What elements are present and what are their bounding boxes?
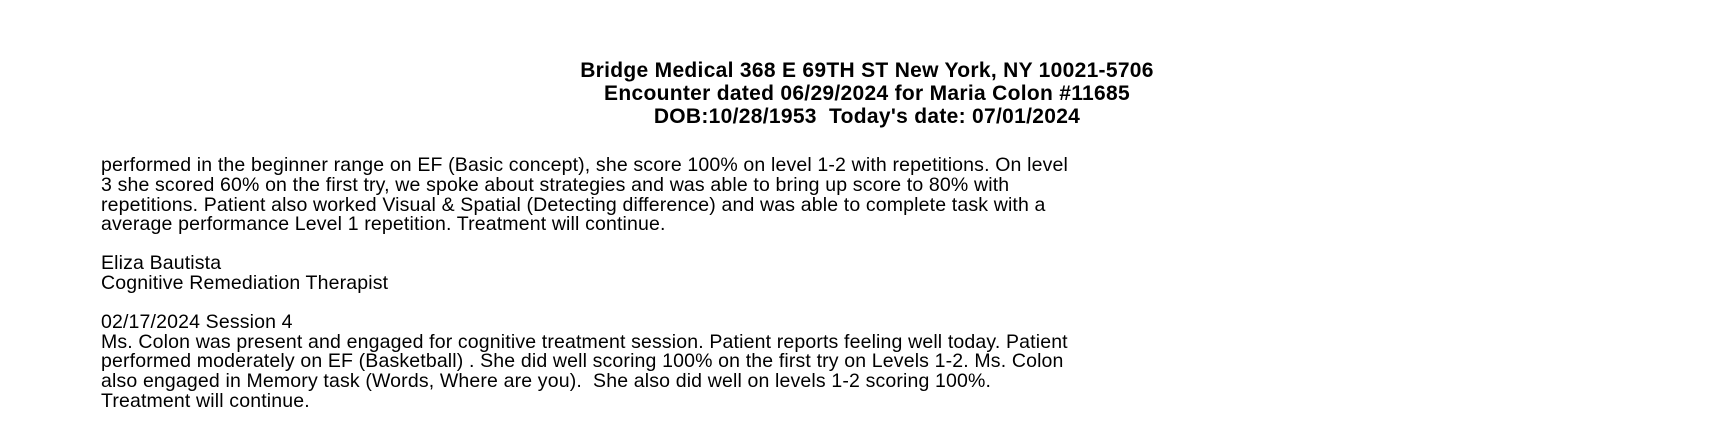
encounter-line: Encounter dated 06/29/2024 for Maria Col… (604, 82, 1130, 105)
encounter-page: Bridge Medical 368 E 69TH ST New York, N… (0, 0, 1734, 440)
paragraph-line: performed in the beginner range on EF (B… (101, 154, 1068, 176)
clinic-address-line: Bridge Medical 368 E 69TH ST New York, N… (580, 59, 1154, 82)
signature-block: Eliza Bautista Cognitive Remediation The… (101, 252, 1701, 294)
continued-note-paragraph: performed in the beginner range on EF (B… (101, 154, 1701, 236)
note-body: performed in the beginner range on EF (B… (101, 154, 1701, 412)
paragraph-line: also engaged in Memory task (Words, Wher… (101, 370, 992, 393)
therapist-title: Cognitive Remediation Therapist (101, 271, 389, 294)
session-4-entry: 02/17/2024 Session 4 Ms. Colon was prese… (101, 310, 1701, 412)
paragraph-line: average performance Level 1 repetition. … (101, 213, 666, 236)
dob-today-line: DOB:10/28/1953 Today's date: 07/01/2024 (653, 105, 1081, 128)
paragraph-line: 3 she scored 60% on the first try, we sp… (101, 173, 1010, 196)
therapist-name: Eliza Bautista (101, 252, 222, 275)
paragraph-line: Treatment will continue. (101, 389, 310, 412)
document-header: Bridge Medical 368 E 69TH ST New York, N… (0, 59, 1734, 128)
session-heading: 02/17/2024 Session 4 (101, 310, 293, 333)
